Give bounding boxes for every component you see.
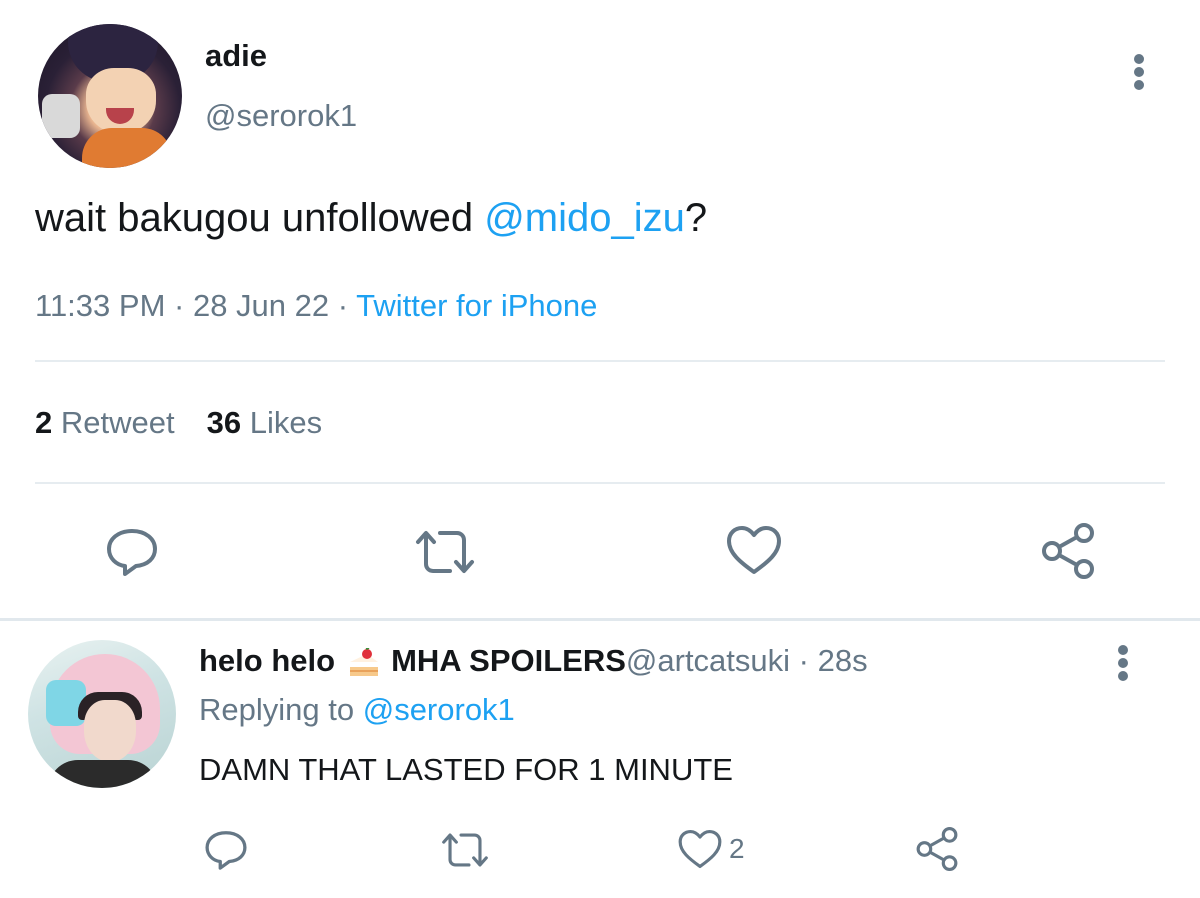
- meta-separator: ·: [329, 288, 357, 323]
- reply-text: DAMN THAT LASTED FOR 1 MINUTE: [199, 752, 733, 787]
- mention-link[interactable]: @mido_izu: [484, 196, 685, 240]
- retweet-icon: [442, 833, 488, 867]
- retweet-stat[interactable]: 2 Retweet: [35, 405, 175, 440]
- avatar-hand: [42, 94, 80, 138]
- author-handle[interactable]: @serorok1: [205, 98, 357, 134]
- reply-avatar[interactable]: [28, 640, 176, 788]
- divider: [35, 360, 1165, 362]
- reply-icon: [107, 529, 157, 576]
- main-tweet: adie @serorok1 wait bakugou unfollowed @…: [0, 0, 1200, 620]
- retweet-icon: [416, 531, 474, 573]
- reply-icon: [205, 831, 247, 870]
- tweet-meta: 11:33 PM · 28 Jun 22 · Twitter for iPhon…: [35, 288, 597, 324]
- avatar-jacket: [82, 128, 172, 168]
- meta-separator: ·: [165, 288, 193, 323]
- retweet-button[interactable]: [412, 528, 478, 576]
- share-button[interactable]: [915, 826, 959, 872]
- author-name[interactable]: adie: [205, 38, 267, 74]
- heart-icon: [727, 526, 781, 574]
- tweet-text-suffix: ?: [684, 196, 708, 240]
- reply-handle-time[interactable]: @artcatsuki · 28s: [626, 643, 868, 679]
- reply-button[interactable]: [104, 526, 160, 578]
- tweet-date[interactable]: 28 Jun 22: [193, 288, 329, 323]
- retweet-button[interactable]: [439, 830, 491, 870]
- reply-author-name[interactable]: helo helo: [199, 643, 335, 679]
- retweet-count: 2: [35, 405, 53, 440]
- replying-to: Replying to @serorok1: [199, 692, 515, 728]
- tweet-time[interactable]: 11:33 PM: [35, 288, 165, 323]
- avatar-face: [84, 700, 136, 762]
- tweet-source[interactable]: Twitter for iPhone: [356, 288, 597, 323]
- more-options-icon[interactable]: [1117, 645, 1129, 681]
- like-button[interactable]: [725, 524, 783, 576]
- replying-to-label: Replying to: [199, 692, 363, 727]
- likes-count: 36: [206, 405, 242, 440]
- likes-stat[interactable]: 36 Likes: [207, 405, 322, 440]
- more-options-icon[interactable]: [1133, 54, 1145, 90]
- cake-icon: [350, 648, 379, 676]
- likes-label: Likes: [249, 405, 323, 440]
- reply-header: helo helo MHA SPOILERS @artcatsuki · 28s: [199, 643, 868, 679]
- tweet-stats: 2 Retweet 36 Likes: [35, 405, 322, 441]
- avatar[interactable]: [38, 24, 182, 168]
- reply-author-name-suffix[interactable]: MHA SPOILERS: [391, 643, 626, 679]
- retweet-label: Retweet: [60, 405, 175, 440]
- like-count: 2: [729, 833, 745, 864]
- share-icon: [1042, 523, 1094, 579]
- reply-button[interactable]: [203, 828, 249, 872]
- divider: [35, 482, 1165, 484]
- replying-to-mention[interactable]: @serorok1: [363, 692, 515, 727]
- share-icon: [916, 826, 958, 871]
- avatar-face: [86, 68, 156, 134]
- avatar-shoulders: [48, 760, 158, 788]
- like-button[interactable]: 2: [677, 828, 745, 870]
- tweet-text-body: wait bakugou unfollowed: [35, 196, 485, 240]
- share-button[interactable]: [1040, 522, 1096, 580]
- tweet-text: wait bakugou unfollowed @mido_izu?: [35, 196, 707, 241]
- heart-icon: [678, 829, 722, 869]
